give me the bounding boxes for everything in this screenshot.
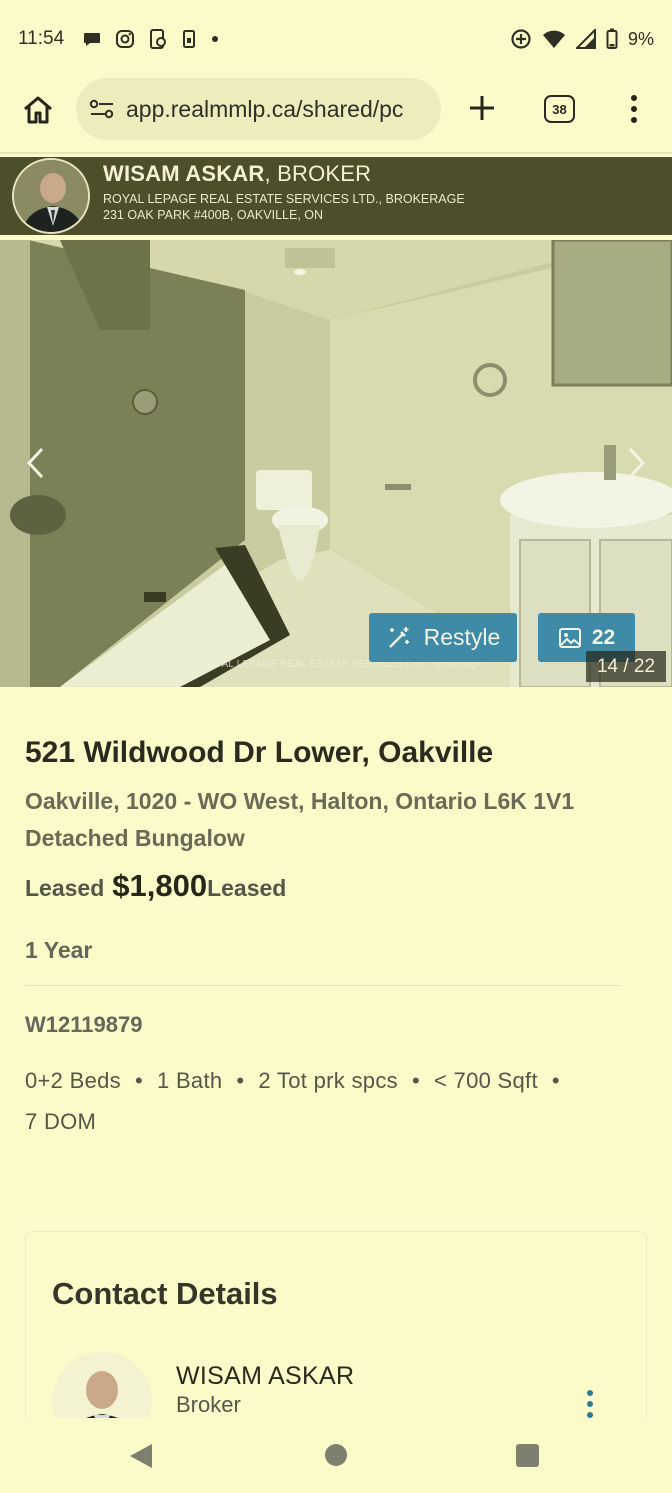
browser-toolbar: app.realmmlp.ca/shared/pc 38 [0, 78, 672, 152]
stat-beds: 0+2 Beds [25, 1068, 121, 1093]
stat-separator: • [236, 1068, 245, 1093]
listing-area: Oakville, 1020 - WO West, Halton, Ontari… [25, 788, 575, 814]
site-settings-icon[interactable] [88, 95, 116, 123]
agent-title: , BROKER [264, 161, 372, 186]
status-bar: 11:54 9% [0, 0, 672, 78]
status-prefix: Leased [25, 875, 105, 901]
next-photo-icon[interactable] [624, 445, 648, 481]
sync-icon [510, 28, 532, 50]
system-navigation-bar [0, 1418, 672, 1493]
restyle-button[interactable]: Restyle [369, 613, 517, 662]
agent-banner: WISAM ASKAR, BROKER ROYAL LEPAGE REAL ES… [0, 157, 672, 235]
lease-term: 1 Year [25, 937, 93, 963]
status-suffix: Leased [207, 875, 287, 901]
sim-icon [181, 29, 197, 49]
prev-photo-icon[interactable] [24, 445, 48, 481]
listing-photo[interactable]: ROYAL LEPAGE REAL ESTATE SERVICES LTD., … [0, 240, 672, 687]
stat-baths: 1 Bath [157, 1068, 223, 1093]
agent-name-line: WISAM ASKAR, BROKER [103, 161, 465, 187]
price-row: Leased $1,800 Leased [25, 868, 286, 904]
listing-stats: 0+2 Beds • 1 Bath • 2 Tot prk spcs • < 700 Sqf… [25, 1060, 625, 1142]
magic-wand-icon [386, 625, 412, 651]
tab-switcher-button[interactable]: 38 [544, 95, 575, 123]
agent-office-address: 231 OAK PARK #400B, OAKVILLE, ON [103, 208, 324, 222]
agent-info: WISAM ASKAR, BROKER ROYAL LEPAGE REAL ES… [103, 161, 465, 222]
contact-role: Broker [176, 1392, 241, 1417]
home-icon[interactable] [20, 92, 56, 128]
phone-app-icon [148, 28, 168, 50]
stat-separator: • [134, 1068, 143, 1093]
listing-type: Detached Bungalow [25, 825, 245, 851]
dot-icon [210, 34, 220, 44]
chat-bubble-icon [82, 29, 102, 49]
battery-icon [606, 28, 618, 50]
recent-apps-icon[interactable] [516, 1444, 539, 1467]
back-icon[interactable] [128, 1442, 154, 1475]
more-options-icon[interactable] [624, 92, 644, 126]
image-icon [558, 627, 582, 649]
url-text[interactable]: app.realmmlp.ca/shared/pc [126, 96, 403, 123]
agent-avatar [12, 158, 90, 234]
contact-heading: Contact Details [52, 1276, 278, 1311]
stat-dom: 7 DOM [25, 1109, 97, 1134]
restyle-label: Restyle [423, 624, 501, 650]
photo-count: 22 [591, 625, 616, 649]
instagram-icon [115, 29, 135, 49]
listing-address: 521 Wildwood Dr Lower, Oakville [25, 736, 494, 769]
signal-icon [575, 29, 596, 49]
photo-counter: 14 / 22 [586, 651, 666, 682]
contact-name: WISAM ASKAR [176, 1362, 355, 1390]
new-tab-icon[interactable] [466, 92, 498, 124]
toolbar-divider [0, 152, 672, 154]
home-circle-icon[interactable] [325, 1444, 347, 1466]
status-time: 11:54 [18, 28, 65, 49]
stat-sqft: < 700 Sqft [433, 1068, 538, 1093]
address-bar[interactable]: app.realmmlp.ca/shared/pc [76, 78, 441, 140]
agent-name: WISAM ASKAR [103, 161, 265, 186]
agent-brokerage: ROYAL LEPAGE REAL ESTATE SERVICES LTD., … [103, 192, 465, 206]
stat-separator: • [551, 1068, 560, 1093]
wifi-icon [542, 29, 566, 49]
battery-percent: 9% [627, 28, 654, 49]
listing-price: $1,800 [112, 868, 208, 903]
contact-more-icon[interactable] [583, 1387, 597, 1421]
stat-separator: • [411, 1068, 420, 1093]
notification-icons [82, 28, 220, 50]
mls-number: W12119879 [25, 1012, 143, 1037]
stat-parking: 2 Tot prk spcs [258, 1068, 398, 1093]
status-right: 9% [510, 28, 654, 50]
details-divider [25, 985, 621, 986]
